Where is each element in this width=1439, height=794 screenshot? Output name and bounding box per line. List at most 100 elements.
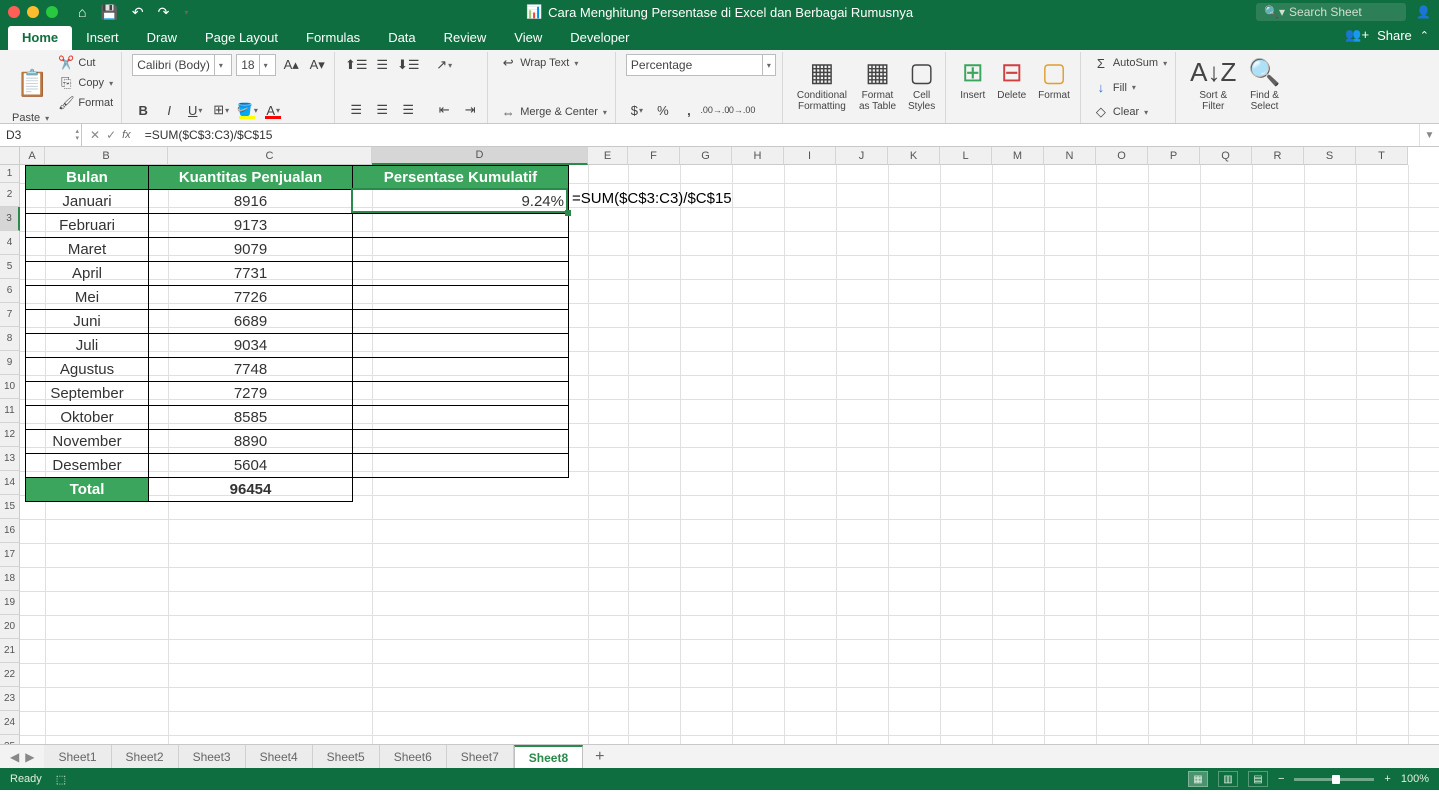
increase-font-icon[interactable]: A▴ xyxy=(280,54,302,76)
cell-bulan[interactable]: Februari xyxy=(26,214,149,238)
decrease-font-icon[interactable]: A▾ xyxy=(306,54,328,76)
percent-icon[interactable]: % xyxy=(652,99,674,121)
column-header-F[interactable]: F xyxy=(628,147,680,165)
cancel-formula-icon[interactable]: ✕ xyxy=(90,128,100,142)
row-header-16[interactable]: 16 xyxy=(0,519,20,543)
column-header-O[interactable]: O xyxy=(1096,147,1148,165)
column-header-G[interactable]: G xyxy=(680,147,732,165)
prev-sheet-icon[interactable]: ◀ xyxy=(10,750,19,764)
cell-bulan[interactable]: Juli xyxy=(26,334,149,358)
minimize-window-icon[interactable] xyxy=(27,6,39,18)
row-header-18[interactable]: 18 xyxy=(0,567,20,591)
autosum-button[interactable]: ΣAutoSum▾ xyxy=(1091,54,1169,72)
row-header-12[interactable]: 12 xyxy=(0,423,20,447)
zoom-out-icon[interactable]: − xyxy=(1278,773,1284,785)
borders-button[interactable]: ⊞▾ xyxy=(210,99,232,121)
comma-icon[interactable]: , xyxy=(678,99,700,121)
cell-bulan[interactable]: November xyxy=(26,430,149,454)
cell-bulan[interactable]: Desember xyxy=(26,454,149,478)
cell-bulan[interactable]: Mei xyxy=(26,286,149,310)
font-name-select[interactable]: Calibri (Body)▾ xyxy=(132,54,232,76)
column-header-J[interactable]: J xyxy=(836,147,888,165)
cell-bulan[interactable]: Maret xyxy=(26,238,149,262)
sort-filter-button[interactable]: A↓ZSort & Filter xyxy=(1186,54,1240,114)
maximize-window-icon[interactable] xyxy=(46,6,58,18)
italic-button[interactable]: I xyxy=(158,99,180,121)
row-header-13[interactable]: 13 xyxy=(0,447,20,471)
sheet-tab-sheet4[interactable]: Sheet4 xyxy=(246,745,313,768)
undo-icon[interactable]: ↶ xyxy=(132,4,144,21)
name-box[interactable]: D3 ▴▾ xyxy=(0,124,82,146)
cell-kuantitas[interactable]: 7748 xyxy=(149,358,353,382)
cell-kuantitas[interactable]: 9079 xyxy=(149,238,353,262)
cell-persentase[interactable] xyxy=(353,430,569,454)
ribbon-tab-view[interactable]: View xyxy=(500,26,556,50)
conditional-formatting-button[interactable]: ▦Conditional Formatting xyxy=(793,54,851,114)
cell-persentase[interactable] xyxy=(353,334,569,358)
align-right-icon[interactable]: ☰ xyxy=(397,99,419,121)
column-header-Q[interactable]: Q xyxy=(1200,147,1252,165)
macro-record-icon[interactable]: ⬚ xyxy=(56,773,66,786)
cell-kuantitas[interactable]: 8916 xyxy=(149,190,353,214)
sheet-tab-sheet5[interactable]: Sheet5 xyxy=(313,745,380,768)
sheet-tab-sheet3[interactable]: Sheet3 xyxy=(179,745,246,768)
fx-icon[interactable]: fx xyxy=(122,129,131,141)
cell-bulan[interactable]: Januari xyxy=(26,190,149,214)
ribbon-tab-review[interactable]: Review xyxy=(430,26,501,50)
row-header-24[interactable]: 24 xyxy=(0,711,20,735)
increase-indent-icon[interactable]: ⇥ xyxy=(459,99,481,121)
ribbon-tab-developer[interactable]: Developer xyxy=(556,26,643,50)
align-bottom-icon[interactable]: ⬇☰ xyxy=(397,54,419,76)
find-select-button[interactable]: 🔍Find & Select xyxy=(1244,54,1284,114)
cell-bulan[interactable]: Juni xyxy=(26,310,149,334)
column-header-E[interactable]: E xyxy=(588,147,628,165)
decrease-decimal-icon[interactable]: .0→.00 xyxy=(730,99,752,121)
font-color-button[interactable]: A▾ xyxy=(262,99,284,121)
column-header-L[interactable]: L xyxy=(940,147,992,165)
collapse-ribbon-icon[interactable]: ⌃ xyxy=(1420,29,1429,42)
row-header-5[interactable]: 5 xyxy=(0,255,20,279)
column-header-H[interactable]: H xyxy=(732,147,784,165)
cell-kuantitas[interactable]: 7726 xyxy=(149,286,353,310)
cell-kuantitas[interactable]: 9173 xyxy=(149,214,353,238)
ribbon-tab-home[interactable]: Home xyxy=(8,26,72,50)
cell-persentase[interactable] xyxy=(353,406,569,430)
cell-persentase[interactable] xyxy=(353,286,569,310)
column-header-N[interactable]: N xyxy=(1044,147,1096,165)
cell-persentase[interactable] xyxy=(353,310,569,334)
column-header-D[interactable]: D xyxy=(372,147,588,165)
sheet-tab-sheet6[interactable]: Sheet6 xyxy=(380,745,447,768)
decrease-indent-icon[interactable]: ⇤ xyxy=(433,99,455,121)
row-header-14[interactable]: 14 xyxy=(0,471,20,495)
share-button[interactable]: Share xyxy=(1377,28,1412,43)
row-header-9[interactable]: 9 xyxy=(0,351,20,375)
wrap-text-button[interactable]: ↩Wrap Text▾ xyxy=(498,54,609,72)
row-header-22[interactable]: 22 xyxy=(0,663,20,687)
ribbon-tab-formulas[interactable]: Formulas xyxy=(292,26,374,50)
expand-formula-bar-icon[interactable]: ▼ xyxy=(1419,124,1439,146)
row-header-8[interactable]: 8 xyxy=(0,327,20,351)
column-header-M[interactable]: M xyxy=(992,147,1044,165)
column-header-S[interactable]: S xyxy=(1304,147,1356,165)
cell-persentase[interactable] xyxy=(353,238,569,262)
cell-kuantitas[interactable]: 8890 xyxy=(149,430,353,454)
select-all-corner[interactable] xyxy=(0,147,20,165)
increase-decimal-icon[interactable]: .00→.0 xyxy=(704,99,726,121)
row-header-11[interactable]: 11 xyxy=(0,399,20,423)
ribbon-tab-data[interactable]: Data xyxy=(374,26,429,50)
column-header-C[interactable]: C xyxy=(168,147,372,165)
cell-persentase[interactable] xyxy=(353,214,569,238)
spreadsheet-grid[interactable]: ABCDEFGHIJKLMNOPQRST 1234567891011121314… xyxy=(0,147,1439,744)
cell-kuantitas[interactable]: 8585 xyxy=(149,406,353,430)
bold-button[interactable]: B xyxy=(132,99,154,121)
ribbon-tab-draw[interactable]: Draw xyxy=(133,26,191,50)
row-header-3[interactable]: 3 xyxy=(0,207,20,231)
fill-button[interactable]: ↓Fill▾ xyxy=(1091,79,1169,97)
column-header-R[interactable]: R xyxy=(1252,147,1304,165)
cell-persentase[interactable] xyxy=(353,454,569,478)
cell-kuantitas[interactable]: 9034 xyxy=(149,334,353,358)
row-header-2[interactable]: 2 xyxy=(0,183,20,207)
row-header-21[interactable]: 21 xyxy=(0,639,20,663)
row-header-25[interactable]: 25 xyxy=(0,735,20,744)
merge-center-button[interactable]: ⇔Merge & Center▾ xyxy=(498,103,609,121)
